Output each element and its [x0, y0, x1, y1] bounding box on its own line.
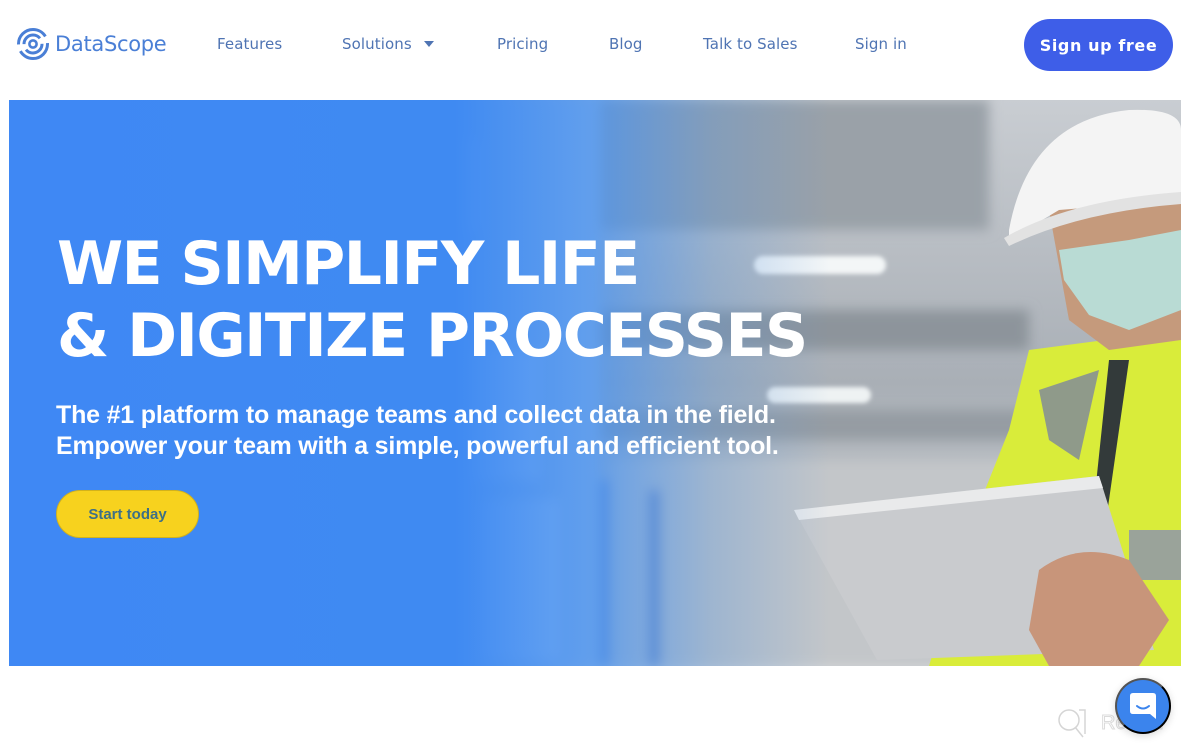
hero-subtitle-line-1: The #1 platform to manage teams and coll… — [56, 401, 776, 429]
hero-subtitle: The #1 platform to manage teams and coll… — [56, 400, 779, 462]
sign-up-free-button[interactable]: Sign up free — [1024, 19, 1173, 71]
nav-link-talk-to-sales[interactable]: Talk to Sales — [703, 35, 798, 53]
chat-launcher-button[interactable] — [1115, 678, 1171, 734]
caret-down-icon — [423, 41, 434, 47]
top-navigation: DataScope Features Solutions Pricing Blo… — [0, 0, 1190, 92]
datascope-logo-icon — [17, 28, 49, 60]
revain-logo-icon — [1058, 709, 1086, 738]
hero-blue-overlay — [9, 100, 1181, 666]
nav-link-solutions-label: Solutions — [342, 35, 412, 53]
chat-bubble-smile-icon — [1130, 693, 1156, 719]
logo[interactable]: DataScope — [16, 27, 167, 61]
nav-link-solutions[interactable]: Solutions — [342, 35, 434, 53]
logo-text: DataScope — [55, 32, 167, 56]
nav-link-features[interactable]: Features — [217, 35, 282, 53]
hero-title: WE SIMPLIFY LIFE & DIGITIZE PROCESSES — [57, 228, 808, 372]
hero-banner: WE SIMPLIFY LIFE & DIGITIZE PROCESSES Th… — [9, 100, 1181, 666]
start-today-button[interactable]: Start today — [56, 490, 199, 538]
hero-title-line-2: & DIGITIZE PROCESSES — [57, 301, 808, 371]
nav-link-blog[interactable]: Blog — [609, 35, 643, 53]
hero-title-line-1: WE SIMPLIFY LIFE — [57, 229, 640, 299]
nav-link-pricing[interactable]: Pricing — [497, 35, 548, 53]
hero-subtitle-line-2: Empower your team with a simple, powerfu… — [56, 432, 779, 460]
nav-link-sign-in[interactable]: Sign in — [855, 35, 907, 53]
